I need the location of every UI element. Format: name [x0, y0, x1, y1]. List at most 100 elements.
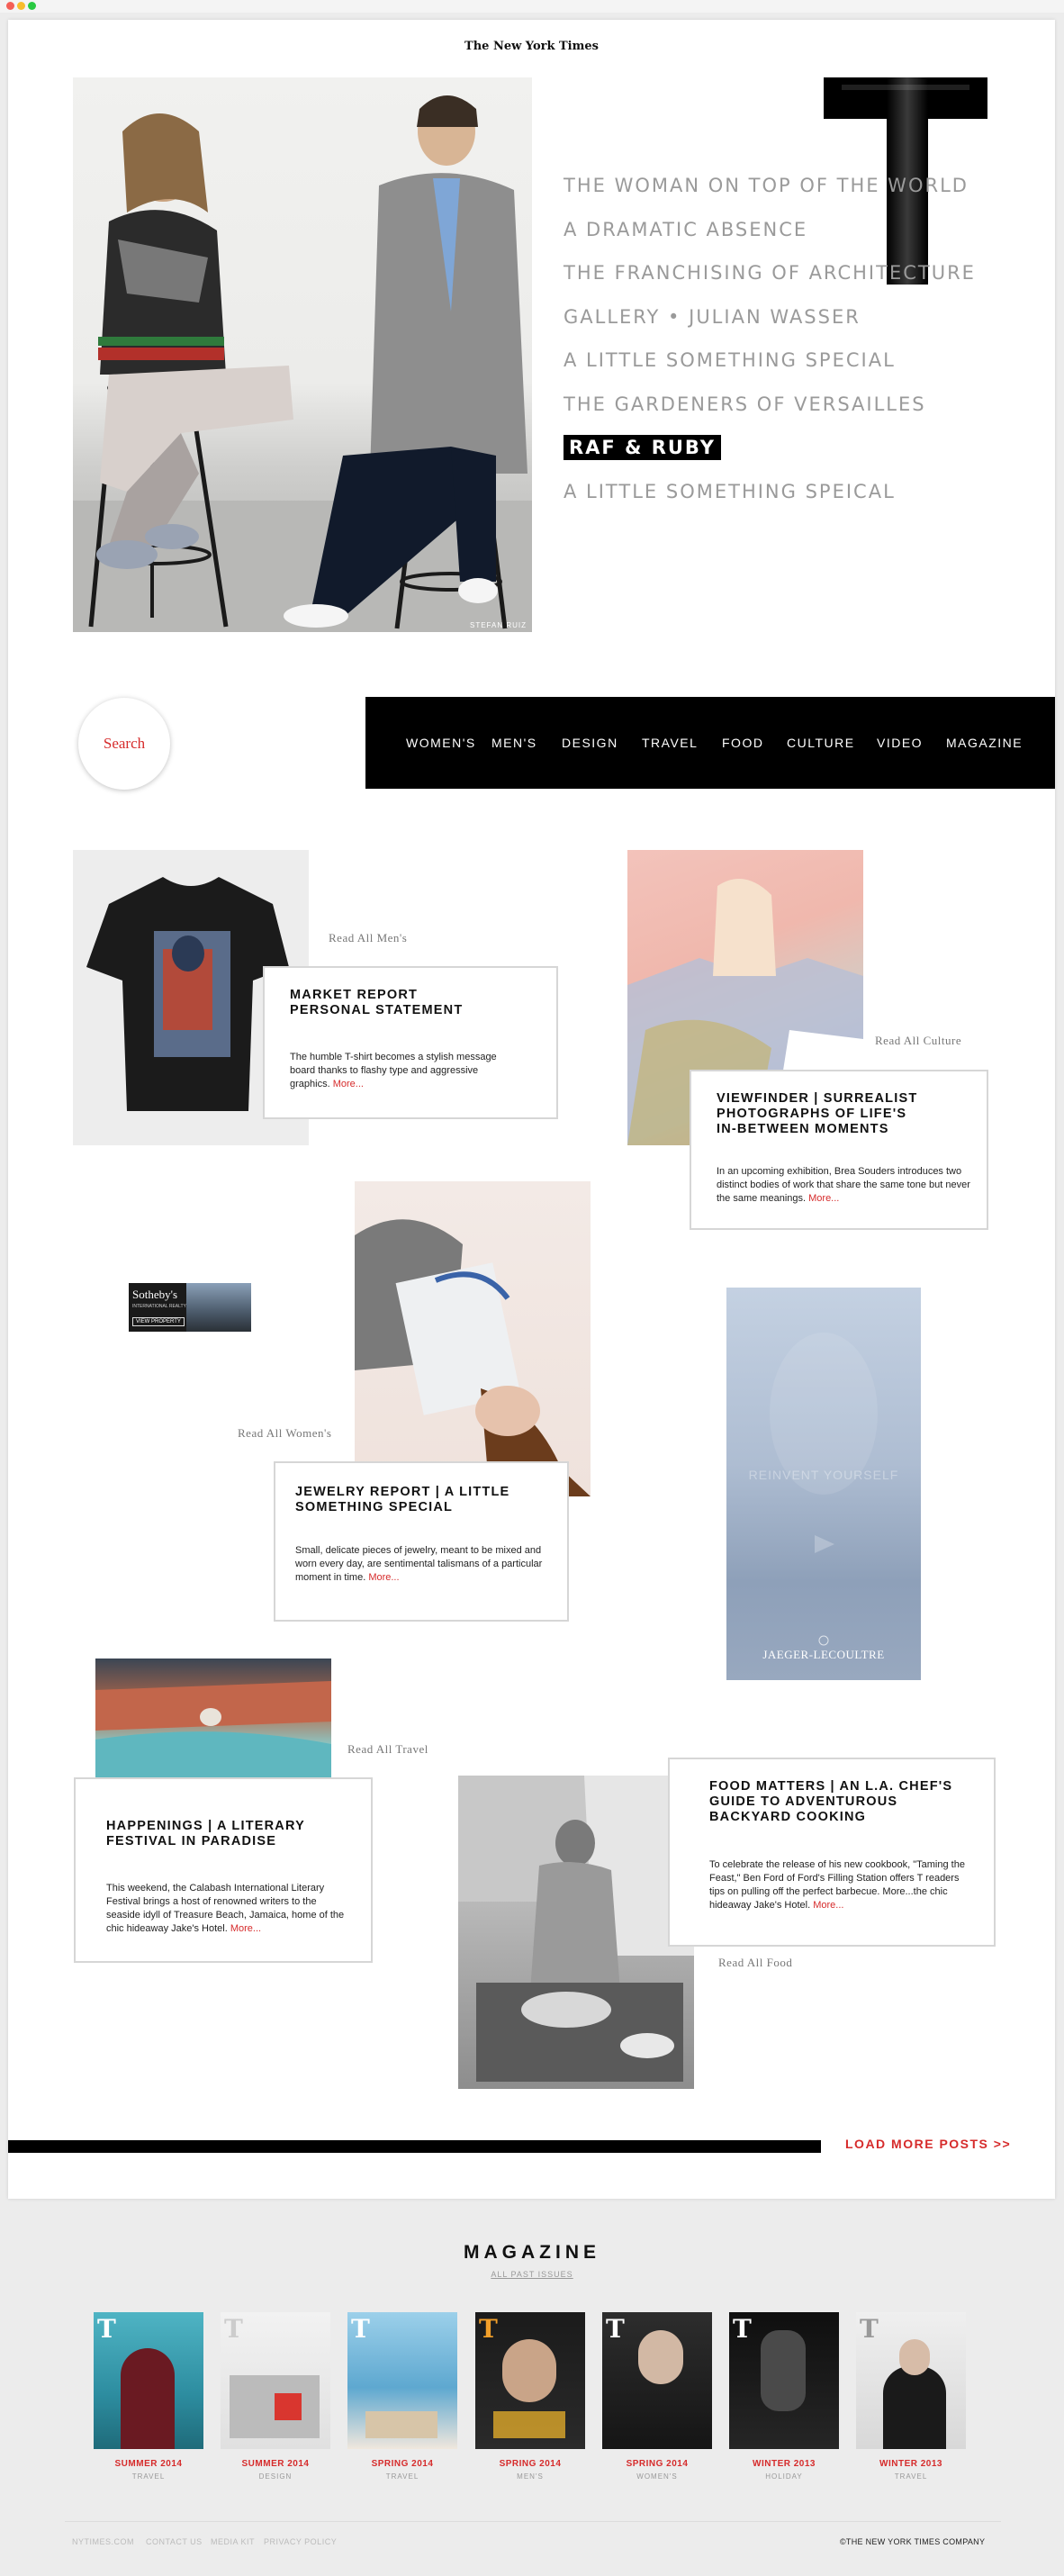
load-more-button[interactable]: LOAD MORE POSTS >> — [845, 2137, 1011, 2151]
nav-culture[interactable]: CULTURE — [787, 697, 855, 789]
read-all-mens-link[interactable]: Read All Men's — [329, 931, 407, 945]
mens-story-summary: The humble T-shirt becomes a stylish mes… — [290, 1052, 497, 1089]
hero-headline-list: THE WOMAN ON TOP OF THE WORLD A DRAMATIC… — [564, 164, 1064, 513]
food-story-title: FOOD MATTERS | AN L.A. CHEF'S GUIDE TO A… — [709, 1779, 953, 1824]
issue-season[interactable]: SPRING 2014 — [602, 2459, 712, 2469]
culture-story-title: VIEWFINDER | SURREALIST PHOTOGRAPHS OF L… — [717, 1091, 918, 1136]
jlc-brand: JAEGER-LECOULTRE — [762, 1648, 885, 1661]
jaeger-lecoultre-ad[interactable]: REINVENT YOURSELF JAEGER-LECOULTRE — [726, 1288, 921, 1680]
maximize-dot-icon[interactable] — [28, 2, 36, 10]
hero-headline[interactable]: A DRAMATIC ABSENCE — [564, 208, 1064, 252]
t-logo-icon: T — [224, 2314, 243, 2344]
magazine-cover[interactable]: T — [221, 2312, 330, 2449]
womens-story-summary: Small, delicate pieces of jewelry, meant… — [295, 1545, 543, 1583]
issue-season[interactable]: SUMMER 2014 — [221, 2459, 330, 2469]
t-logo-icon: T — [97, 2314, 116, 2344]
hero-headline[interactable]: THE GARDENERS OF VERSAILLES — [564, 383, 1064, 427]
food-story-card[interactable]: FOOD MATTERS | AN L.A. CHEF'S GUIDE TO A… — [668, 1758, 996, 1947]
hero-headline[interactable]: A LITTLE SOMETHING SPECIAL — [564, 339, 1064, 383]
hero-headline[interactable]: GALLERY • JULIAN WASSER — [564, 295, 1064, 339]
page-container: The New York Times STEFAN RUIZ THE WOMAN… — [8, 20, 1055, 2199]
t-logo-icon: T — [479, 2314, 498, 2344]
hero-figures-illustration — [73, 95, 532, 632]
magazine-cover[interactable]: T — [94, 2312, 203, 2449]
issue-category: HOLIDAY — [765, 2472, 803, 2481]
issue-category: DESIGN — [258, 2472, 293, 2481]
photo-credit: STEFAN RUIZ — [469, 621, 527, 629]
nav-womens[interactable]: WOMEN'S — [406, 697, 476, 789]
womens-illustration — [355, 1219, 591, 1496]
sothebys-ad[interactable]: Sotheby's INTERNATIONAL REALTY VIEW PROP… — [129, 1283, 251, 1332]
issue-category: TRAVEL — [131, 2472, 166, 2481]
travel-story-title: HAPPENINGS | A LITERARY FESTIVAL IN PARA… — [106, 1819, 305, 1848]
food-story-image[interactable] — [458, 1776, 694, 2089]
footer-link-privacy[interactable]: PRIVACY POLICY — [264, 2537, 337, 2546]
read-all-food-link[interactable]: Read All Food — [718, 1956, 792, 1970]
mens-story-title: MARKET REPORT PERSONAL STATEMENT — [290, 988, 464, 1017]
jlc-ad-illustration — [770, 1333, 878, 1646]
magazine-cover[interactable]: T — [856, 2312, 966, 2449]
food-illustration — [458, 1776, 694, 2082]
hero-headline[interactable]: THE WOMAN ON TOP OF THE WORLD — [564, 164, 1064, 208]
magazine-cover[interactable]: T — [347, 2312, 457, 2449]
search-button[interactable]: Search — [78, 698, 170, 790]
more-link[interactable]: More... — [813, 1900, 843, 1911]
travel-story-card[interactable]: HAPPENINGS | A LITERARY FESTIVAL IN PARA… — [74, 1777, 373, 1963]
magazine-cover[interactable]: T — [475, 2312, 585, 2449]
sothebys-sub: INTERNATIONAL REALTY — [132, 1304, 186, 1309]
all-past-issues-link[interactable]: ALL PAST ISSUES — [0, 2270, 1064, 2279]
womens-story-title: JEWELRY REPORT | A LITTLE SOMETHING SPEC… — [295, 1485, 510, 1514]
t-logo-icon: T — [606, 2314, 625, 2344]
magazine-heading: MAGAZINE — [464, 2242, 600, 2263]
issue-category: WOMEN'S — [636, 2472, 678, 2481]
issue-season[interactable]: SPRING 2014 — [475, 2459, 585, 2469]
issue-season[interactable]: SUMMER 2014 — [94, 2459, 203, 2469]
magazine-cover[interactable]: T — [729, 2312, 839, 2449]
hero-headline[interactable]: THE FRANCHISING OF ARCHITECTURE — [564, 251, 1064, 295]
read-all-travel-link[interactable]: Read All Travel — [347, 1742, 428, 1757]
jlc-headline: REINVENT YOURSELF — [748, 1468, 899, 1482]
issue-season[interactable]: WINTER 2013 — [856, 2459, 966, 2469]
issue-category: TRAVEL — [385, 2472, 419, 2481]
hero-headline-active[interactable]: RAF & RUBY — [564, 426, 1064, 470]
womens-story-image[interactable] — [355, 1181, 591, 1496]
nyt-logo[interactable]: The New York Times — [8, 40, 1055, 53]
nav-food[interactable]: FOOD — [722, 697, 763, 789]
footer-link-contact[interactable]: CONTACT US — [146, 2537, 203, 2546]
t-logo-icon: T — [351, 2314, 370, 2344]
footer-copyright: ©THE NEW YORK TIMES COMPANY — [840, 2537, 986, 2546]
more-link[interactable]: More... — [808, 1193, 839, 1204]
close-dot-icon[interactable] — [6, 2, 14, 10]
nav-mens[interactable]: MEN'S — [491, 697, 537, 789]
issue-category: MEN'S — [517, 2472, 544, 2481]
culture-story-summary: In an upcoming exhibition, Brea Souders … — [717, 1166, 970, 1204]
magazine-cover[interactable]: T — [602, 2312, 712, 2449]
issue-season[interactable]: SPRING 2014 — [347, 2459, 457, 2469]
nav-video[interactable]: VIDEO — [877, 697, 923, 789]
womens-story-card[interactable]: JEWELRY REPORT | A LITTLE SOMETHING SPEC… — [274, 1461, 569, 1622]
footer-divider — [65, 2521, 1001, 2522]
load-more-bar — [8, 2140, 821, 2153]
food-story-summary: To celebrate the release of his new cook… — [709, 1859, 965, 1911]
issue-category: TRAVEL — [894, 2472, 928, 2481]
t-logo-icon: T — [733, 2314, 752, 2344]
more-link[interactable]: More... — [230, 1923, 261, 1934]
nav-travel[interactable]: TRAVEL — [642, 697, 698, 789]
hero-headline[interactable]: A LITTLE SOMETHING SPEICAL — [564, 470, 1064, 514]
footer-link-nytimes[interactable]: NYTIMES.COM — [72, 2537, 134, 2546]
t-logo-icon: T — [860, 2314, 879, 2344]
culture-story-card[interactable]: VIEWFINDER | SURREALIST PHOTOGRAPHS OF L… — [690, 1070, 988, 1230]
nav-design[interactable]: DESIGN — [562, 697, 618, 789]
more-link[interactable]: More... — [368, 1572, 399, 1583]
mens-story-card[interactable]: MARKET REPORT PERSONAL STATEMENT The hum… — [263, 966, 558, 1119]
read-all-womens-link[interactable]: Read All Women's — [238, 1426, 331, 1441]
nav-magazine[interactable]: MAGAZINE — [946, 697, 1023, 789]
minimize-dot-icon[interactable] — [17, 2, 25, 10]
read-all-culture-link[interactable]: Read All Culture — [875, 1034, 961, 1048]
hero-photo[interactable]: STEFAN RUIZ — [73, 77, 532, 632]
section-nav: WOMEN'S MEN'S DESIGN TRAVEL FOOD CULTURE… — [365, 697, 1055, 789]
view-property-button[interactable]: VIEW PROPERTY — [132, 1317, 185, 1326]
footer-link-media-kit[interactable]: MEDIA KIT — [211, 2537, 255, 2546]
more-link[interactable]: More... — [333, 1079, 364, 1089]
issue-season[interactable]: WINTER 2013 — [729, 2459, 839, 2469]
